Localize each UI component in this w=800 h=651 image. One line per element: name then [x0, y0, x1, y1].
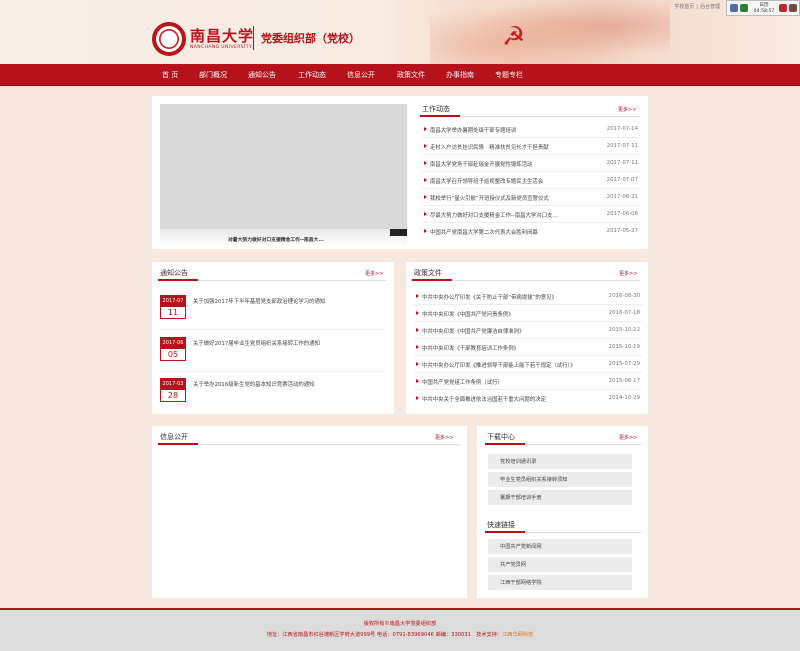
sidebar-panel: 下载中心 更多>> 快速链接 — [477, 426, 648, 598]
policies-title: 政策文件 — [414, 269, 442, 277]
title-rule — [525, 444, 641, 445]
slideshow-caption[interactable]: 对暑大努力做好对口支援精金工作--南昌大... — [228, 236, 324, 243]
title-underline — [420, 115, 460, 117]
list-item[interactable]: 中国共产党南昌大学第二次代表大会胜利闭幕 2017-05-27 — [422, 223, 640, 240]
date-badge: 2017-07 11 — [160, 295, 186, 319]
logo-divider — [253, 26, 254, 50]
downloads-title: 下载中心 — [487, 433, 515, 441]
list-item[interactable]: 中共中央印发《干部教育培训工作条例》 2015-10-19 — [414, 339, 642, 356]
list-item[interactable]: 中共中央印发《中国共产党廉洁自律准则》 2015-10-22 — [414, 322, 642, 339]
admin-link[interactable]: 后台管理 — [700, 4, 720, 10]
work-news-title: 工作动态 — [422, 105, 450, 113]
date-badge: 2017-03 28 — [160, 378, 186, 402]
slideshow-image[interactable] — [160, 104, 407, 244]
prev-icon[interactable] — [730, 4, 738, 12]
nav-info-public[interactable]: 信息公开 — [347, 70, 375, 80]
title-rule — [452, 280, 640, 281]
quick-link-item[interactable]: 江西干部网络学院 — [488, 575, 632, 590]
title-underline — [158, 279, 198, 281]
title-rule — [460, 116, 640, 117]
nav-policies[interactable]: 政策文件 — [397, 70, 425, 80]
footer-copyright: 版权所有©南昌大学党委组织部 — [363, 621, 437, 627]
info-public-title: 信息公开 — [160, 433, 188, 441]
info-public-panel: 信息公开 更多>> — [152, 426, 467, 598]
list-item[interactable]: 中共中央办公厅印发《推进领导干部能上能下若干规定（试行）》 2015-07-29 — [414, 356, 642, 373]
title-rule — [198, 444, 460, 445]
calendar-icon[interactable] — [740, 4, 748, 12]
main-nav: 首 页 部门概况 通知公告 工作动态 信息公开 政策文件 办事指南 专题专栏 — [0, 64, 800, 86]
download-item[interactable]: 党校培训通讯录 — [488, 454, 632, 469]
list-item[interactable]: 我校举行“星火引航”开班授仪式及新党员宣誓仪式 2017-06-21 — [422, 189, 640, 206]
title-underline — [485, 531, 525, 533]
nav-guide[interactable]: 办事指南 — [446, 70, 474, 80]
download-item[interactable]: 暑期干部培训手册 — [488, 490, 632, 505]
nav-topics[interactable]: 专题专栏 — [495, 70, 523, 80]
notices-more-link[interactable]: 更多>> — [365, 270, 383, 277]
policies-more-link[interactable]: 更多>> — [619, 270, 637, 277]
policies-panel: 政策文件 更多>> 中共中央办公厅印发《关于防止干部“带病提拔”的意见》 2016… — [406, 262, 648, 414]
list-item[interactable]: 中共中央印发《中国共产党问责条例》 2016-07-18 — [414, 305, 642, 322]
notice-item[interactable]: 2017-07 11 关于加强2017年下半年基层党支部政治理论学习的通知 — [160, 295, 385, 339]
site-footer — [0, 608, 800, 651]
title-underline — [158, 443, 198, 445]
university-name-en: NANCHANG UNIVERSITY — [190, 45, 253, 50]
work-news-panel: 工作动态 更多>> 南昌大学举办暑期处级干部专题培训 2017-07-14 走村入… — [414, 98, 644, 248]
notice-item[interactable]: 2017-03 28 关于举办2016级新生党的基本知识竞赛活动的通知 — [160, 378, 385, 422]
title-underline — [412, 279, 452, 281]
banner-decoration — [430, 0, 670, 64]
list-item[interactable]: 中共中央办公厅印发《关于防止干部“带病提拔”的意见》 2016-08-30 — [414, 288, 642, 305]
info-public-more-link[interactable]: 更多>> — [435, 434, 453, 441]
school-home-link[interactable]: 学校首页 — [674, 4, 694, 10]
university-name[interactable]: 南昌大学 — [190, 25, 254, 46]
downloads-more-link[interactable]: 更多>> — [619, 434, 637, 441]
department-title: 党委组织部（党校） — [261, 32, 360, 45]
title-rule — [198, 280, 386, 281]
party-emblem-icon: ☭ — [502, 22, 526, 52]
nav-news[interactable]: 工作动态 — [298, 70, 326, 80]
notice-item[interactable]: 2017-06 05 关于做好2017届毕业生党员组织关系接转工作的通知 — [160, 337, 385, 381]
work-news-more-link[interactable]: 更多>> — [618, 106, 636, 113]
university-seal-logo[interactable] — [152, 22, 186, 56]
list-item[interactable]: 走村入户访贫挂识民情 精准扶贫见长才干担责献 2017-07-11 — [422, 138, 640, 155]
list-item[interactable]: 南昌大学举办暑期处级干部专题培训 2017-07-14 — [422, 121, 640, 138]
tech-support-link[interactable]: 江西华网科技 — [502, 632, 533, 638]
list-item[interactable]: 南昌大学党务干部赴瑞金开展党性锻炼活动 2017-07-11 — [422, 155, 640, 172]
close-icon[interactable] — [789, 4, 797, 12]
notices-title: 通知公告 — [160, 269, 188, 277]
clock-text: 日历 04:58:57 — [753, 3, 775, 14]
settings-icon[interactable] — [779, 4, 787, 12]
top-links: 学校首页 | 后台管理 — [674, 4, 720, 10]
download-item[interactable]: 毕业生党员组织关系接转须知 — [488, 472, 632, 487]
title-rule — [525, 532, 641, 533]
list-item[interactable]: 中国共产党党组工作条例（试行） 2015-06-17 — [414, 373, 642, 390]
clock-widget: 日历 04:58:57 — [726, 0, 800, 16]
list-item[interactable]: 南昌大学召开领导班子巡视整改专题民主生活会 2017-07-07 — [422, 172, 640, 189]
nav-notices[interactable]: 通知公告 — [248, 70, 276, 80]
slideshow-controls[interactable] — [390, 229, 407, 236]
links-title: 快速链接 — [487, 521, 515, 529]
list-item[interactable]: 尽最大努力做好对口支援精金工作--南昌大学对口支... 2017-06-06 — [422, 206, 640, 223]
title-underline — [485, 443, 525, 445]
quick-link-item[interactable]: 中国共产党新闻网 — [488, 539, 632, 554]
quick-link-item[interactable]: 共产党员网 — [488, 557, 632, 572]
footer-address: 地址：江西省南昌市红谷滩新区学府大道999号 电话：0791-83969046 … — [266, 632, 534, 638]
list-item[interactable]: 中共中央关于全面推进依法治国若干重大问题的决定 2014-10-29 — [414, 390, 642, 407]
date-badge: 2017-06 05 — [160, 337, 186, 361]
nav-home[interactable]: 首 页 — [162, 70, 178, 80]
notices-panel: 通知公告 更多>> 2017-07 11 关于加强2017年下半年基层党支部政治理… — [152, 262, 394, 414]
nav-overview[interactable]: 部门概况 — [199, 70, 227, 80]
